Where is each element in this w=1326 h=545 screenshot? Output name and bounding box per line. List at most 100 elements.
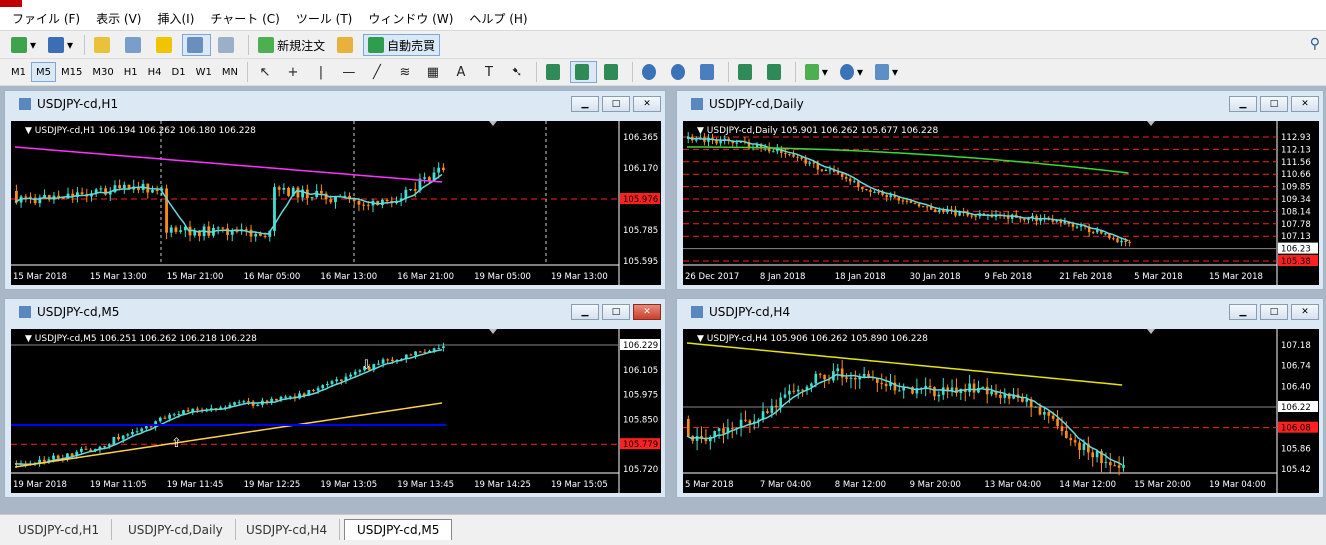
bar-chart-button[interactable]	[541, 61, 568, 83]
shift-marker-icon	[489, 121, 497, 126]
new-order-button[interactable]: 新規注文	[253, 34, 330, 56]
menu-file[interactable]: ファイル (F)	[4, 10, 88, 27]
minimize-button[interactable]: ▁	[1229, 304, 1257, 320]
menu-view[interactable]: 表示 (V)	[88, 10, 149, 27]
chart-window-daily[interactable]: USDJPY-cd,Daily ▁ □ ✕ ▼ USDJPY-cd,Daily …	[676, 90, 1324, 290]
navigator-button[interactable]	[151, 34, 180, 56]
minimize-button[interactable]: ▁	[571, 304, 599, 320]
vertical-line-button[interactable]: |	[308, 61, 334, 83]
close-button[interactable]: ✕	[633, 96, 661, 112]
candlestick-button[interactable]	[569, 61, 597, 83]
timeframe-h4-button[interactable]: H4	[143, 62, 167, 82]
profiles-button[interactable]: ▾	[43, 34, 78, 56]
chart-window-h4[interactable]: USDJPY-cd,H4 ▁ □ ✕ ▼ USDJPY-cd,H4 105.90…	[676, 298, 1324, 498]
chart-area-m5[interactable]: ▼ USDJPY-cd,M5 106.251 106.262 106.218 1…	[11, 329, 661, 493]
zoom-out-button[interactable]	[666, 61, 693, 83]
tab-usdjpy-m5[interactable]: USDJPY-cd,M5	[344, 519, 453, 540]
market-watch-button[interactable]	[89, 34, 118, 56]
timeframe-w1-button[interactable]: W1	[191, 62, 217, 82]
arrow-button[interactable]: ➷	[504, 61, 530, 83]
zoom-in-button[interactable]	[637, 61, 664, 83]
timeframe-m30-button[interactable]: M30	[87, 62, 118, 82]
auto-trading-button[interactable]: 自動売買	[363, 34, 441, 56]
menu-insert[interactable]: 挿入(I)	[149, 10, 202, 27]
chart-area-h1[interactable]: ▼ USDJPY-cd,H1 106.194 106.262 106.180 1…	[11, 121, 661, 285]
terminal-button[interactable]	[182, 34, 212, 56]
menu-chart[interactable]: チャート (C)	[202, 10, 287, 27]
maximize-button[interactable]: □	[602, 96, 630, 112]
chart-window-header: USDJPY-cd,H4 ▁ □ ✕	[677, 299, 1323, 325]
trendline-button[interactable]: ╱	[364, 61, 390, 83]
close-button[interactable]: ✕	[633, 304, 661, 320]
menu-help[interactable]: ヘルプ (H)	[461, 10, 535, 27]
candle-body	[409, 189, 412, 191]
market-watch-icon	[94, 37, 111, 53]
price-tick-label: 106.08	[1281, 424, 1311, 434]
text-label-button[interactable]: T	[476, 61, 502, 83]
timeframe-m15-button[interactable]: M15	[56, 62, 87, 82]
price-tick-label: 107.78	[1281, 220, 1311, 230]
time-tick-label: 15 Mar 2018	[13, 272, 67, 282]
horizontal-line-button[interactable]: —	[336, 61, 362, 83]
text-button[interactable]: A	[448, 61, 474, 83]
data-window-button[interactable]	[120, 34, 149, 56]
close-button[interactable]: ✕	[1291, 96, 1319, 112]
time-tick-label: 5 Mar 2018	[685, 480, 733, 490]
periods-button[interactable]: ▾	[835, 61, 868, 83]
chart-area-daily[interactable]: ▼ USDJPY-cd,Daily 105.901 106.262 105.67…	[683, 121, 1319, 285]
candle-body	[877, 191, 880, 193]
channel-button[interactable]: ▦	[420, 61, 446, 83]
candle-body	[820, 169, 824, 171]
chart-shift-button[interactable]	[762, 61, 789, 83]
search-icon[interactable]: ⚲	[1310, 36, 1320, 52]
price-tick-label: 106.23	[1281, 245, 1311, 255]
auto-scroll-button[interactable]	[733, 61, 760, 83]
candle-body	[779, 397, 782, 408]
chart-window-h1[interactable]: USDJPY-cd,H1 ▁ □ ✕ ▼ USDJPY-cd,H1 106.19…	[4, 90, 666, 290]
time-tick-label: 14 Mar 12:00	[1059, 480, 1116, 490]
minimize-button[interactable]: ▁	[571, 96, 599, 112]
cursor-button[interactable]: ↖	[252, 61, 278, 83]
templates-button[interactable]: ▾	[870, 61, 903, 83]
timeframe-h1-button[interactable]: H1	[119, 62, 143, 82]
tile-windows-button[interactable]	[695, 61, 722, 83]
app-logo-icon	[0, 0, 22, 7]
maximize-button[interactable]: □	[1260, 96, 1288, 112]
chart-area-h4[interactable]: ▼ USDJPY-cd,H4 105.906 106.262 105.890 1…	[683, 329, 1319, 493]
candle-body	[1047, 411, 1051, 416]
price-tick-label: 106.229	[623, 341, 658, 351]
timeframe-m1-button[interactable]: M1	[6, 62, 31, 82]
timeframe-d1-button[interactable]: D1	[167, 62, 191, 82]
minimize-button[interactable]: ▁	[1229, 96, 1257, 112]
window-controls: ▁ □ ✕	[568, 96, 661, 112]
maximize-button[interactable]: □	[602, 304, 630, 320]
candle-body	[182, 410, 185, 415]
price-tick-label: 105.976	[623, 195, 658, 205]
candle-body	[687, 419, 690, 436]
metaeditor-button[interactable]	[332, 34, 361, 56]
candle-body	[810, 383, 813, 387]
indicators-button[interactable]: ▾	[800, 61, 833, 83]
maximize-button[interactable]: □	[1260, 304, 1288, 320]
candle-body	[366, 204, 370, 206]
tab-usdjpy-h1[interactable]: USDJPY-cd,H1	[6, 519, 113, 540]
chart-window-m5[interactable]: USDJPY-cd,M5 ▁ □ ✕ ▼ USDJPY-cd,M5 106.25…	[4, 298, 666, 498]
candle-body	[84, 448, 88, 450]
candle-body	[310, 197, 314, 199]
candle-body	[1091, 452, 1095, 458]
timeframe-mn-button[interactable]: MN	[217, 62, 243, 82]
shift-marker-icon	[1147, 329, 1155, 334]
close-button[interactable]: ✕	[1291, 304, 1319, 320]
menu-window[interactable]: ウィンドウ (W)	[360, 10, 461, 27]
tester-button[interactable]	[213, 34, 242, 56]
menu-tools[interactable]: ツール (T)	[288, 10, 361, 27]
candle-body	[349, 374, 352, 377]
tab-usdjpy-h4[interactable]: USDJPY-cd,H4	[234, 519, 341, 540]
line-chart-button[interactable]	[599, 61, 626, 83]
crosshair-button[interactable]: +	[280, 61, 306, 83]
new-chart-button[interactable]: ▾	[6, 34, 41, 56]
tab-usdjpy-daily[interactable]: USDJPY-cd,Daily	[116, 519, 236, 540]
timeframe-m5-button[interactable]: M5	[31, 62, 56, 82]
crosshair-icon: +	[287, 64, 299, 80]
fibonacci-button[interactable]: ≋	[392, 61, 418, 83]
